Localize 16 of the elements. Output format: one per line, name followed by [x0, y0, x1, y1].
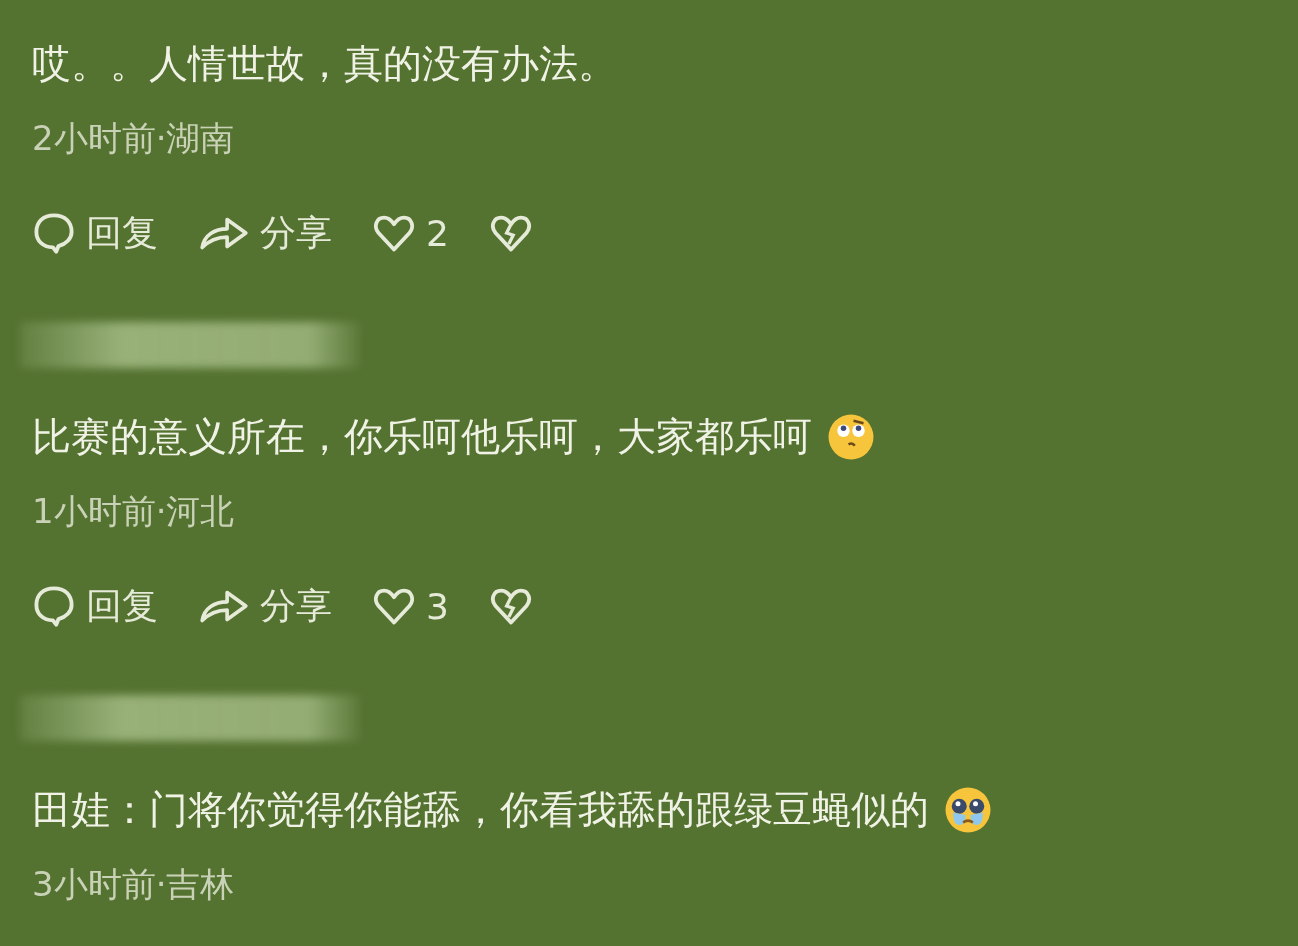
emoji-icon	[943, 785, 993, 835]
speech-bubble-icon	[32, 211, 76, 255]
share-button[interactable]: 分享	[198, 208, 332, 258]
reply-button[interactable]: 回复	[32, 208, 158, 258]
comment-text: 田娃：门将你觉得你能舔，你看我舔的跟绿豆蝇似的	[32, 786, 929, 834]
comment-meta: 2小时前·湖南	[32, 117, 235, 160]
share-button[interactable]: 分享	[198, 581, 332, 631]
comment-text: 比赛的意义所在，你乐呵他乐呵，大家都乐呵	[32, 413, 812, 461]
comment-text: 哎。。人情世故，真的没有办法。	[32, 40, 617, 88]
comment-meta: 1小时前·河北	[32, 490, 235, 533]
emoji-icon	[826, 412, 876, 462]
reply-button[interactable]: 回复	[32, 581, 158, 631]
like-button[interactable]: 2	[372, 211, 449, 255]
comment-meta: 3小时前·吉林	[32, 863, 235, 906]
like-button[interactable]: 3	[372, 584, 449, 628]
speech-bubble-icon	[32, 584, 76, 628]
